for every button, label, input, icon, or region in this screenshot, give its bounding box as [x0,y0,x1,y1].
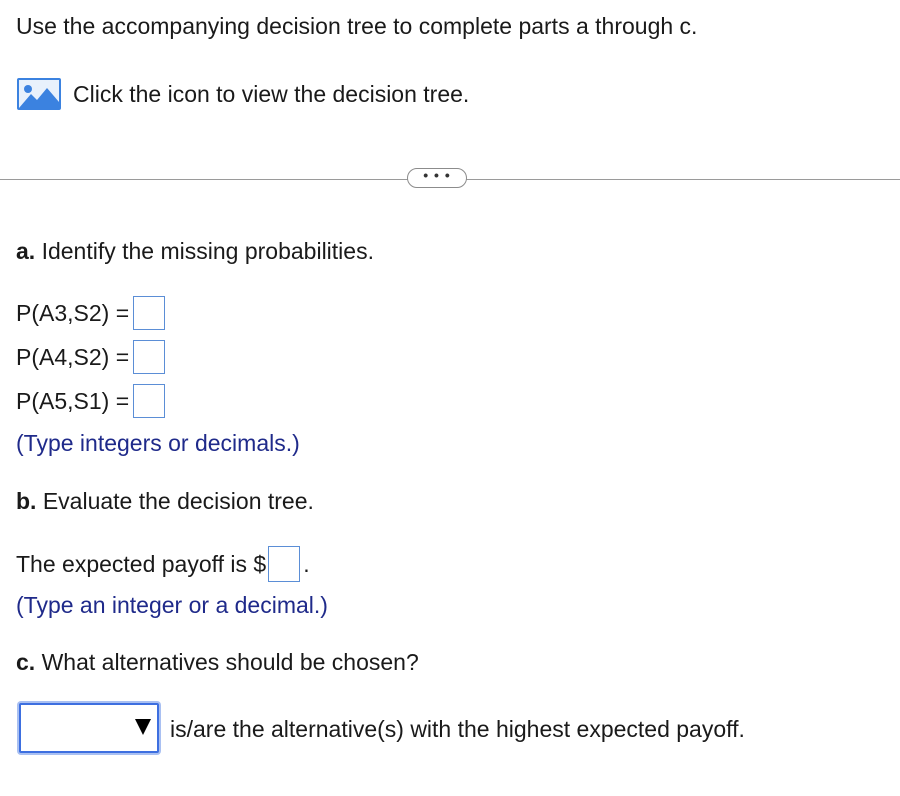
part-b-question: b. Evaluate the decision tree. [16,487,314,515]
intro-text: Use the accompanying decision tree to co… [16,13,698,39]
prob-label: P(A5,S1) = [16,388,130,414]
part-c-suffix: is/are the alternative(s) with the highe… [170,716,745,742]
prob-row-a3s2: P(A3,S2) = [16,296,166,330]
payoff-prefix: The expected payoff is $ [16,551,267,577]
prob-label: P(A4,S2) = [16,344,130,370]
payoff-suffix: . [303,551,310,577]
part-a-text: Identify the missing probabilities. [35,238,374,264]
expected-payoff-input[interactable] [268,546,301,582]
prob-a5s1-input[interactable] [133,384,166,418]
part-c-question: c. What alternatives should be chosen? [16,648,419,676]
part-a-question: a. Identify the missing probabilities. [16,237,374,265]
part-c-text: What alternatives should be chosen? [35,649,419,675]
more-button[interactable]: • • • [407,168,467,188]
part-b-note: (Type an integer or a decimal.) [16,592,328,618]
payoff-row: The expected payoff is $ . [16,546,310,582]
more-button-label: • • • [423,167,451,183]
part-b-text: Evaluate the decision tree. [36,488,314,514]
alternatives-dropdown[interactable] [19,703,159,753]
part-b-prefix: b. [16,488,37,514]
icon-link-label: Click the icon to view the decision tree… [73,81,470,107]
view-decision-tree-link[interactable]: Click the icon to view the decision tree… [17,78,469,110]
part-a-prefix: a. [16,238,36,264]
part-c-prefix: c. [16,649,36,675]
prob-a4s2-input[interactable] [133,340,166,374]
image-icon[interactable] [17,78,61,110]
prob-row-a4s2: P(A4,S2) = [16,340,166,374]
prob-label: P(A3,S2) = [16,300,130,326]
part-a-note: (Type integers or decimals.) [16,430,300,456]
prob-a3s2-input[interactable] [133,296,166,330]
prob-row-a5s1: P(A5,S1) = [16,384,166,418]
chevron-down-icon[interactable] [135,719,151,735]
